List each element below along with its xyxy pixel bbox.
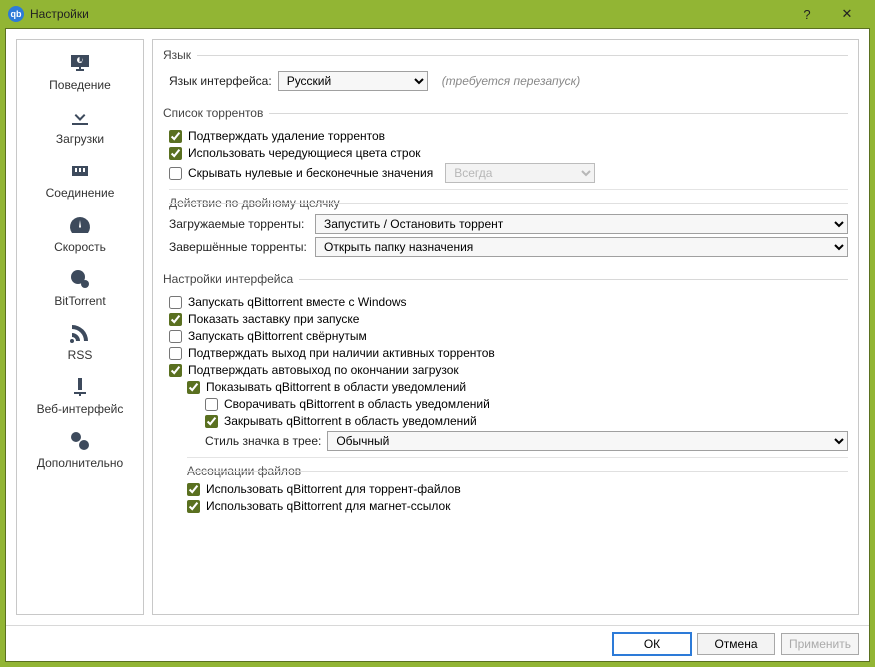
tray-minimize-label: Сворачивать qBittorrent в область уведом…: [224, 397, 490, 411]
assoc-torrent-label: Использовать qBittorrent для торрент-фай…: [206, 482, 461, 496]
sidebar-item-label: BitTorrent: [17, 294, 143, 308]
confirm-autoexit-checkbox[interactable]: [169, 364, 182, 377]
start-minimized-label: Запускать qBittorrent свёрнутым: [188, 329, 367, 343]
tray-minimize-checkbox[interactable]: [205, 398, 218, 411]
tray-close-label: Закрывать qBittorrent в область уведомле…: [224, 414, 477, 428]
start-with-windows-checkbox[interactable]: [169, 296, 182, 309]
subgroup-title: Ассоциации файлов: [187, 464, 848, 478]
tray-style-select[interactable]: Обычный: [327, 431, 848, 451]
tray-style-label: Стиль значка в трее:: [205, 434, 321, 448]
alt-rows-label: Использовать чередующиеся цвета строк: [188, 146, 421, 160]
assoc-magnet-checkbox[interactable]: [187, 500, 200, 513]
confirm-autoexit-label: Подтверждать автовыход по окончании загр…: [188, 363, 459, 377]
content-panel: Язык Язык интерфейса: Русский (требуется…: [152, 39, 859, 615]
sidebar: Поведение Загрузки Соединение Скорость B…: [16, 39, 144, 615]
subgroup-title: Действие по двойному щелчку: [169, 196, 848, 210]
group-title: Язык: [163, 48, 848, 62]
dialog-footer: ОК Отмена Применить: [6, 625, 869, 661]
sidebar-item-bittorrent[interactable]: BitTorrent: [17, 262, 143, 316]
apply-button[interactable]: Применить: [781, 633, 859, 655]
app-icon: qb: [8, 6, 24, 22]
sidebar-item-label: Соединение: [17, 186, 143, 200]
subgroup-double-click: Действие по двойному щелчку Загружаемые …: [169, 189, 848, 257]
tray-show-checkbox[interactable]: [187, 381, 200, 394]
show-splash-checkbox[interactable]: [169, 313, 182, 326]
gear-monitor-icon: [17, 50, 143, 76]
downloading-action-select[interactable]: Запустить / Остановить торрент: [315, 214, 848, 234]
language-label: Язык интерфейса:: [169, 74, 272, 88]
group-language: Язык Язык интерфейса: Русский (требуется…: [163, 48, 848, 96]
confirm-exit-label: Подтверждать выход при наличии активных …: [188, 346, 495, 360]
main-area: Поведение Загрузки Соединение Скорость B…: [6, 29, 869, 625]
tray-close-checkbox[interactable]: [205, 415, 218, 428]
completed-action-label: Завершённые торренты:: [169, 240, 309, 254]
hide-zero-label: Скрывать нулевые и бесконечные значения: [188, 166, 433, 180]
assoc-magnet-label: Использовать qBittorrent для магнет-ссыл…: [206, 499, 450, 513]
downloading-action-label: Загружаемые торренты:: [169, 217, 309, 231]
rss-icon: [17, 320, 143, 346]
subgroup-file-assoc: Ассоциации файлов Использовать qBittorre…: [187, 457, 848, 513]
sidebar-item-rss[interactable]: RSS: [17, 316, 143, 370]
gears-icon: [17, 428, 143, 454]
sidebar-item-label: RSS: [17, 348, 143, 362]
sidebar-item-webui[interactable]: Веб-интерфейс: [17, 370, 143, 424]
download-icon: [17, 104, 143, 130]
alt-rows-checkbox[interactable]: [169, 147, 182, 160]
sidebar-item-label: Дополнительно: [17, 456, 143, 470]
group-title: Настройки интерфейса: [163, 272, 848, 286]
sidebar-item-label: Загрузки: [17, 132, 143, 146]
globe-gear-icon: [17, 266, 143, 292]
sidebar-item-speed[interactable]: Скорость: [17, 208, 143, 262]
titlebar: qb Настройки ? ✕: [0, 0, 875, 28]
hide-zero-checkbox[interactable]: [169, 167, 182, 180]
sidebar-item-downloads[interactable]: Загрузки: [17, 100, 143, 154]
help-button[interactable]: ?: [787, 7, 827, 22]
sidebar-item-advanced[interactable]: Дополнительно: [17, 424, 143, 478]
ok-button[interactable]: ОК: [613, 633, 691, 655]
confirm-exit-checkbox[interactable]: [169, 347, 182, 360]
window-title: Настройки: [30, 7, 787, 21]
show-splash-label: Показать заставку при запуске: [188, 312, 359, 326]
start-with-windows-label: Запускать qBittorrent вместе с Windows: [188, 295, 407, 309]
sidebar-item-behavior[interactable]: Поведение: [17, 46, 143, 100]
language-select[interactable]: Русский: [278, 71, 428, 91]
sidebar-item-connection[interactable]: Соединение: [17, 154, 143, 208]
start-minimized-checkbox[interactable]: [169, 330, 182, 343]
group-ui-settings: Настройки интерфейса Запускать qBittorre…: [163, 272, 848, 518]
confirm-delete-label: Подтверждать удаление торрентов: [188, 129, 385, 143]
hide-zero-mode-select: Всегда: [445, 163, 595, 183]
group-title: Список торрентов: [163, 106, 848, 120]
window-body: Поведение Загрузки Соединение Скорость B…: [5, 28, 870, 662]
completed-action-select[interactable]: Открыть папку назначения: [315, 237, 848, 257]
cancel-button[interactable]: Отмена: [697, 633, 775, 655]
sidebar-item-label: Скорость: [17, 240, 143, 254]
sidebar-item-label: Веб-интерфейс: [17, 402, 143, 416]
ethernet-icon: [17, 158, 143, 184]
confirm-delete-checkbox[interactable]: [169, 130, 182, 143]
close-button[interactable]: ✕: [827, 6, 867, 22]
server-icon: [17, 374, 143, 400]
tray-show-label: Показывать qBittorrent в области уведомл…: [206, 380, 466, 394]
group-torrent-list: Список торрентов Подтверждать удаление т…: [163, 106, 848, 262]
language-hint: (требуется перезапуск): [442, 74, 581, 88]
sidebar-item-label: Поведение: [17, 78, 143, 92]
gauge-icon: [17, 212, 143, 238]
assoc-torrent-checkbox[interactable]: [187, 483, 200, 496]
